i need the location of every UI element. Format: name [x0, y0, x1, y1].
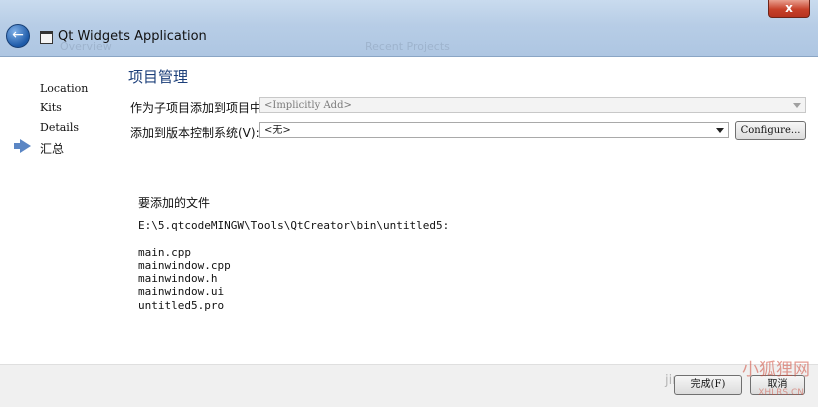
- vcs-combo[interactable]: <无>: [259, 122, 729, 138]
- configure-button[interactable]: Configure...: [735, 121, 806, 140]
- subproject-combo-value: <Implicitly Add>: [264, 100, 352, 111]
- back-button[interactable]: ←: [6, 24, 30, 48]
- vcs-label: 添加到版本控制系统(V):: [130, 126, 260, 140]
- file-item: main.cpp: [138, 246, 191, 259]
- file-item: mainwindow.h: [138, 272, 218, 285]
- chevron-down-icon: [793, 103, 801, 108]
- page-title: 项目管理: [128, 68, 189, 86]
- close-icon: x: [785, 1, 793, 15]
- project-path: E:\5.qtcodeMINGW\Tools\QtCreator\bin\unt…: [138, 219, 450, 232]
- watermark-domain: XHLRS.CN: [758, 388, 804, 398]
- window-title: Qt Widgets Application: [58, 29, 207, 44]
- current-step-arrow-icon: [14, 139, 31, 153]
- watermark-brand: 小狐狸网: [742, 360, 810, 380]
- vcs-combo-value: <无>: [264, 125, 291, 136]
- ghost-tab-recent-projects: Recent Projects: [365, 40, 450, 53]
- window-titlebar: Overview Recent Projects x ← Qt Widgets …: [0, 0, 818, 57]
- file-item: untitled5.pro: [138, 299, 225, 312]
- finish-button[interactable]: 完成(F): [674, 375, 742, 395]
- files-heading: 要添加的文件: [138, 196, 211, 210]
- close-button[interactable]: x: [768, 0, 810, 18]
- subproject-combo: <Implicitly Add>: [259, 97, 806, 113]
- sidebar-item-kits[interactable]: Kits: [40, 101, 62, 114]
- sidebar-item-location[interactable]: Location: [40, 82, 88, 95]
- window-app-icon: [40, 31, 53, 44]
- subproject-label: 作为子项目添加到项目中:: [130, 101, 267, 115]
- file-item: mainwindow.ui: [138, 285, 225, 298]
- chevron-down-icon: [716, 128, 724, 133]
- file-item: mainwindow.cpp: [138, 259, 231, 272]
- sidebar-item-details[interactable]: Details: [40, 121, 79, 134]
- back-arrow-icon: ←: [12, 27, 24, 43]
- sidebar-item-summary[interactable]: 汇总: [40, 140, 64, 157]
